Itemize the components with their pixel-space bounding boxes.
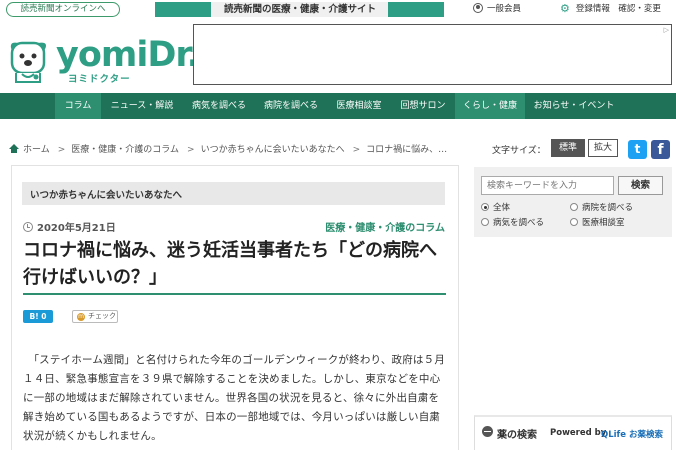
user-icon	[473, 3, 483, 13]
home-icon	[9, 144, 19, 153]
nav-item-events[interactable]: お知らせ・イベント	[527, 93, 621, 119]
facebook-share-icon[interactable]: f	[651, 140, 670, 159]
breadcrumb-separator: >	[57, 145, 66, 155]
top-strip: 読売新聞オンラインへ 読売新聞の医療・健康・介護サイト 一般会員 ⚙ 登録情報 確…	[0, 0, 676, 20]
radio-selected-icon	[481, 203, 489, 211]
nav-item-diseases[interactable]: 病気を調べる	[183, 93, 255, 119]
radio-all[interactable]: 全体	[481, 201, 510, 213]
font-size-large-button[interactable]: 拡大	[588, 139, 618, 157]
member-label: 一般会員	[487, 4, 522, 14]
radio-label: 医療相談室	[582, 218, 625, 228]
breadcrumb: ホーム > 医療・健康・介護のコラム > いつか赤ちゃんに会いたいあなたへ > コロナ禍に悩…	[9, 142, 447, 155]
powered-by-label: Powered by	[550, 428, 607, 438]
radio-icon	[570, 203, 578, 211]
sidebar-ad-slot	[474, 247, 672, 407]
search-button[interactable]: 検索	[618, 176, 663, 195]
hatena-bookmark-button[interactable]: B! 0	[23, 310, 53, 323]
twitter-share-icon[interactable]: t	[628, 140, 647, 159]
register-info-link[interactable]: ⚙ 登録情報 確認・変更	[560, 3, 661, 15]
nav-item-consultation[interactable]: 医療相談室	[327, 93, 391, 119]
clock-icon	[23, 222, 33, 232]
article-date-text: 2020年5月21日	[37, 223, 116, 234]
register-label: 登録情報 確認・変更	[575, 4, 661, 14]
ad-close-icon[interactable]: ▷	[664, 26, 669, 34]
tagline-text: 読売新聞の医療・健康・介護サイト	[223, 4, 376, 15]
nav-item-hospitals[interactable]: 病院を調べる	[255, 93, 327, 119]
article-body: 「ステイホーム週間」と名付けられた今年のゴールデンウィークが終わり、政府は５月１…	[23, 354, 446, 442]
nav-item-lifestyle[interactable]: くらし・健康	[455, 93, 525, 119]
breadcrumb-separator: >	[187, 145, 195, 155]
nav-item-salon[interactable]: 回想サロン	[391, 93, 455, 119]
title-divider	[23, 293, 446, 295]
pill-icon	[482, 426, 493, 437]
radio-diseases[interactable]: 病気を調べる	[481, 216, 544, 228]
mixi-icon: m	[77, 313, 85, 321]
breadcrumb-column[interactable]: 医療・健康・介護のコラム	[71, 145, 179, 155]
drug-search-widget[interactable]: 薬の検索 Powered by QLife お薬検索	[474, 415, 672, 450]
series-title: いつか赤ちゃんに会いたいあなたへ	[30, 190, 183, 201]
series-header[interactable]: いつか赤ちゃんに会いたいあなたへ	[22, 182, 445, 205]
mixi-check-button[interactable]: m チェック	[72, 310, 118, 323]
member-link[interactable]: 一般会員	[473, 3, 521, 15]
logo-subtitle: ヨミドクター	[68, 74, 131, 85]
article-category-link[interactable]: 医療・健康・介護のコラム	[325, 219, 445, 234]
search-input[interactable]	[481, 176, 614, 195]
yomiuri-online-link[interactable]: 読売新聞オンラインへ	[6, 2, 120, 17]
font-size-label: 文字サイズ：	[492, 146, 546, 156]
radio-consultation[interactable]: 医療相談室	[570, 216, 625, 228]
radio-icon	[570, 218, 578, 226]
nav-item-column[interactable]: コラム	[55, 93, 101, 119]
nav-item-news[interactable]: ニュース・解説	[103, 93, 181, 119]
site-tagline: 読売新聞の医療・健康・介護サイト	[155, 2, 444, 17]
font-size-standard-button[interactable]: 標準	[551, 139, 585, 157]
article-date: 2020年5月21日	[23, 219, 116, 234]
breadcrumb-series[interactable]: いつか赤ちゃんに会いたいあなたへ	[201, 145, 345, 155]
check-label: チェック	[88, 312, 116, 320]
radio-label: 全体	[493, 203, 511, 213]
radio-icon	[481, 218, 489, 226]
tagline-accent-left	[155, 2, 211, 17]
article-title: コロナ禍に悩み、迷う妊活当事者たち「どの病院へ行けばいいの？」	[23, 240, 437, 288]
radio-label: 病気を調べる	[493, 218, 545, 228]
doctor-dog-logo-icon	[10, 41, 46, 83]
breadcrumb-separator: >	[352, 145, 361, 155]
breadcrumb-home[interactable]: ホーム	[23, 145, 50, 155]
site-logo[interactable]: yomiDr. ヨミドクター	[8, 35, 200, 85]
logo-wordmark: yomiDr.	[56, 35, 200, 75]
header-ad-banner[interactable]: ▷	[193, 24, 672, 85]
radio-label: 病院を調べる	[582, 203, 634, 213]
drug-search-title: 薬の検索	[497, 430, 537, 441]
breadcrumb-current: コロナ禍に悩み、…	[366, 145, 448, 155]
qlife-link[interactable]: QLife お薬検索	[601, 428, 663, 440]
gear-icon: ⚙	[560, 2, 570, 15]
tagline-accent-right	[388, 2, 444, 17]
main-nav: コラム ニュース・解説 病気を調べる 病院を調べる 医療相談室 回想サロン くら…	[0, 93, 676, 119]
radio-hospitals[interactable]: 病院を調べる	[570, 201, 633, 213]
